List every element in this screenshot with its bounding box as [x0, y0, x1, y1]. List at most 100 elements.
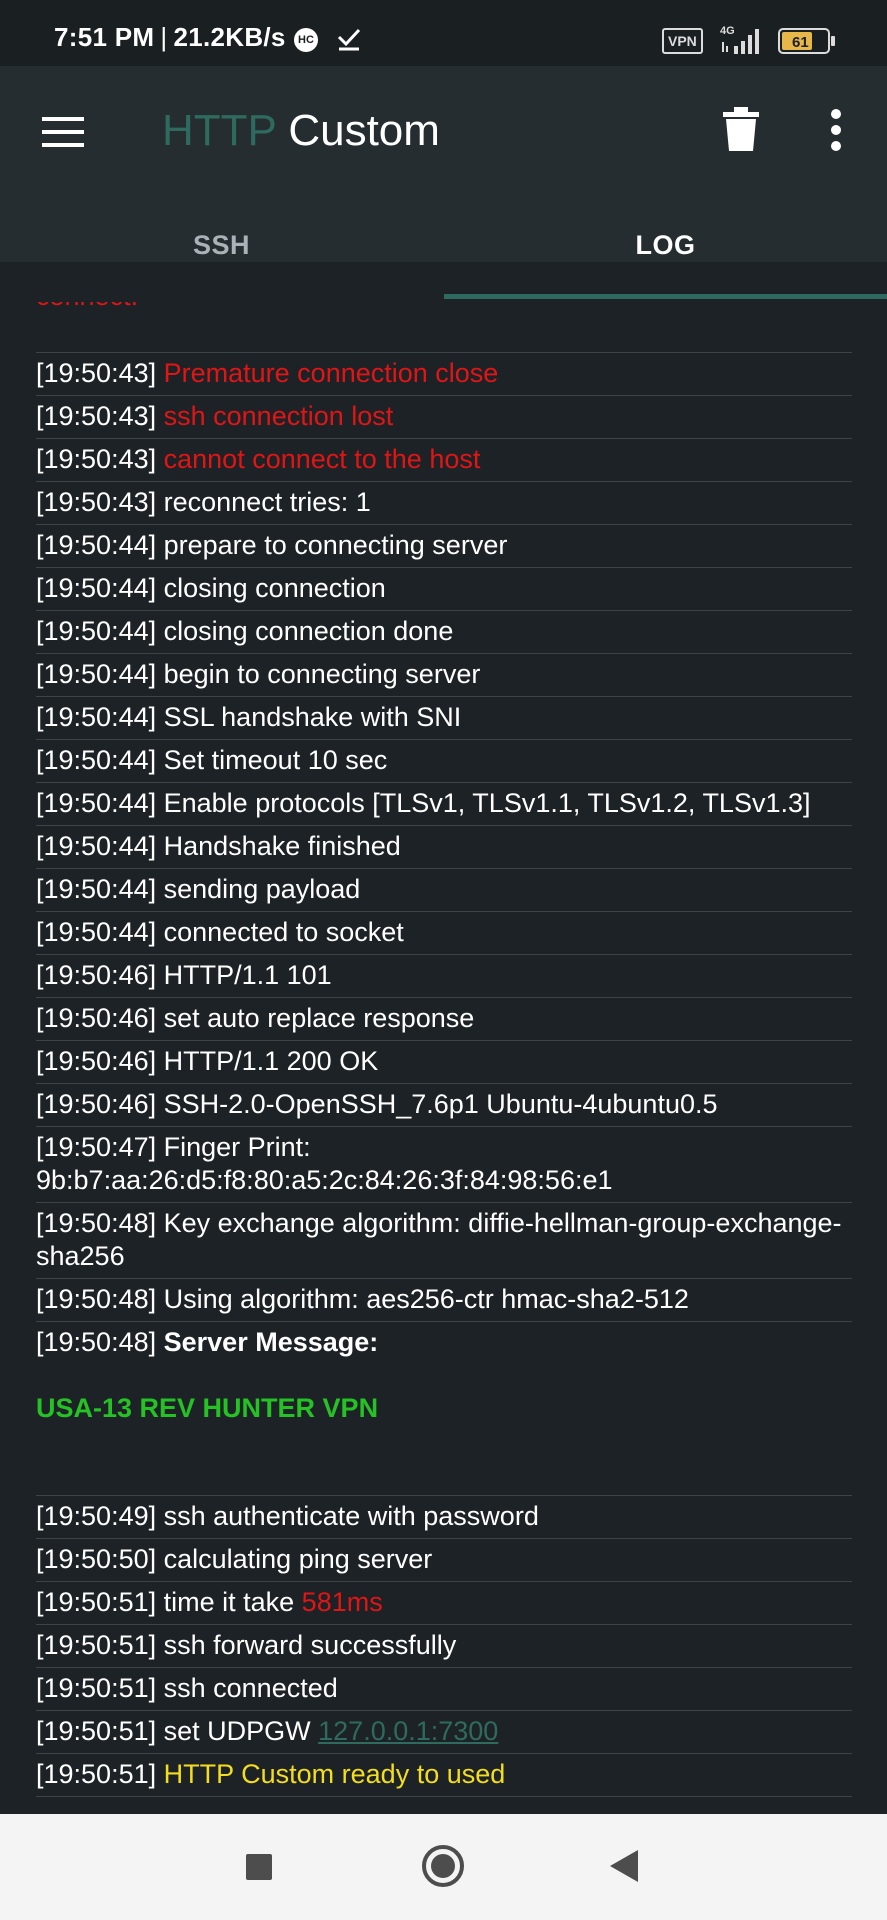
log-link[interactable]: 127.0.0.1:7300 — [318, 1716, 498, 1746]
app-title: HTTP Custom — [162, 106, 440, 156]
log-timestamp: [19:50:44] — [36, 616, 157, 646]
clock: 7:51 PM — [54, 22, 155, 52]
log-row: [19:50:43] reconnect tries: 1 — [36, 482, 852, 525]
log-message: Set timeout 10 sec — [163, 745, 388, 775]
status-bar: 7:51 PM | 21.2KB/s HC VPN 4G 61 — [0, 0, 887, 66]
log-timestamp: [19:50:43] — [36, 401, 157, 431]
log-row: [19:50:44] Handshake finished — [36, 826, 852, 869]
log-row: [19:50:51] ssh forward successfully — [36, 1625, 852, 1668]
log-timestamp: [19:50:44] — [36, 745, 157, 775]
log-timestamp: [19:50:44] — [36, 874, 157, 904]
log-row: [19:50:51] HTTP Custom ready to used — [36, 1754, 852, 1797]
log-timestamp: [19:50:44] — [36, 831, 157, 861]
log-message: reconnect tries: 1 — [163, 487, 371, 517]
log-timestamp: [19:50:44] — [36, 659, 157, 689]
log-timestamp: [19:50:44] — [36, 702, 157, 732]
log-timestamp: [19:50:46] — [36, 1089, 157, 1119]
home-icon[interactable] — [421, 1844, 465, 1888]
log-timestamp: [19:50:43] — [36, 444, 157, 474]
log-message: prepare to connecting server — [163, 530, 508, 560]
log-row: [19:50:44] connected to socket — [36, 912, 852, 955]
log-row: [19:50:46] HTTP/1.1 200 OK — [36, 1041, 852, 1084]
log-timestamp: [19:50:46] — [36, 1046, 157, 1076]
log-row: [19:50:46] set auto replace response — [36, 998, 852, 1041]
log-timestamp: [19:50:51] — [36, 1630, 157, 1660]
log-message: Enable protocols [TLSv1, TLSv1.1, TLSv1.… — [163, 788, 811, 818]
server-message-spacer — [36, 1425, 852, 1491]
log-message: cannot connect to the host — [163, 444, 481, 474]
hamburger-menu-icon[interactable] — [40, 114, 86, 150]
log-message: Server Message: — [163, 1327, 379, 1357]
log-view[interactable]: connect. [19:50:43] Premature connection… — [0, 302, 887, 1814]
log-row: [19:50:44] SSL handshake with SNI — [36, 697, 852, 740]
log-row: [19:50:44] closing connection — [36, 568, 852, 611]
tab-ssh[interactable]: SSH — [0, 230, 443, 261]
log-message: SSL handshake with SNI — [163, 702, 462, 732]
log-timestamp: [19:50:48] — [36, 1327, 157, 1357]
log-row: [19:50:43] cannot connect to the host — [36, 439, 852, 482]
log-row: [19:50:43] Premature connection close — [36, 353, 852, 396]
log-row: [19:50:44] Enable protocols [TLSv1, TLSv… — [36, 783, 852, 826]
log-row: [19:50:48] Key exchange algorithm: diffi… — [36, 1203, 852, 1279]
recent-apps-icon[interactable] — [246, 1854, 272, 1880]
log-value: 581ms — [301, 1587, 383, 1617]
log-row: [19:50:44] Set timeout 10 sec — [36, 740, 852, 783]
log-row: [19:50:49] ssh authenticate with passwor… — [36, 1496, 852, 1539]
log-timestamp: [19:50:49] — [36, 1501, 157, 1531]
log-timestamp: [19:50:51] — [36, 1587, 157, 1617]
back-icon[interactable] — [608, 1848, 640, 1884]
log-message: SSH-2.0-OpenSSH_7.6p1 Ubuntu-4ubuntu0.5 — [163, 1089, 718, 1119]
log-message: HTTP/1.1 101 — [163, 960, 332, 990]
more-vert-icon[interactable] — [826, 108, 846, 152]
log-message: connected to socket — [163, 917, 404, 947]
app-title-http: HTTP — [162, 106, 277, 155]
trash-icon[interactable] — [722, 106, 760, 152]
log-list: connect. [19:50:43] Premature connection… — [36, 302, 852, 1797]
log-timestamp: [19:50:44] — [36, 573, 157, 603]
log-message: begin to connecting server — [163, 659, 481, 689]
log-message: sending payload — [163, 874, 361, 904]
log-timestamp: [19:50:47] — [36, 1132, 157, 1162]
log-timestamp: [19:50:46] — [36, 1003, 157, 1033]
log-timestamp: [19:50:44] — [36, 530, 157, 560]
log-message: time it take — [163, 1587, 302, 1617]
log-row: [19:50:46] SSH-2.0-OpenSSH_7.6p1 Ubuntu-… — [36, 1084, 852, 1127]
server-banner: USA-13 REV HUNTER VPN — [36, 1393, 379, 1423]
log-timestamp: [19:50:48] — [36, 1208, 157, 1238]
log-message: set UDPGW — [163, 1716, 319, 1746]
log-timestamp: [19:50:51] — [36, 1759, 157, 1789]
log-partial-text: connect. — [36, 302, 138, 313]
tab-log[interactable]: LOG — [444, 230, 887, 261]
log-message: Key exchange algorithm: diffie-hellman-g… — [36, 1208, 842, 1271]
log-timestamp: [19:50:51] — [36, 1673, 157, 1703]
log-row: [19:50:44] closing connection done — [36, 611, 852, 654]
network-type: 4G — [720, 25, 735, 37]
log-message: ssh authenticate with password — [163, 1501, 539, 1531]
log-row: [19:50:46] HTTP/1.1 101 — [36, 955, 852, 998]
log-timestamp: [19:50:44] — [36, 788, 157, 818]
log-message: calculating ping server — [163, 1544, 433, 1574]
log-message: ssh connection lost — [163, 401, 394, 431]
log-row: [19:50:50] calculating ping server — [36, 1539, 852, 1582]
log-row: [19:50:51] time it take 581ms — [36, 1582, 852, 1625]
app-bar: HTTP Custom SSH LOG — [0, 66, 887, 299]
log-timestamp: [19:50:48] — [36, 1284, 157, 1314]
log-message: Using algorithm: aes256-ctr hmac-sha2-51… — [163, 1284, 689, 1314]
hc-notification-icon: HC — [294, 28, 318, 52]
log-row: [19:50:44] begin to connecting server — [36, 654, 852, 697]
log-timestamp: [19:50:43] — [36, 358, 157, 388]
log-row: [19:50:51] set UDPGW 127.0.0.1:7300 — [36, 1711, 852, 1754]
log-row: [19:50:44] prepare to connecting server — [36, 525, 852, 568]
log-row-partial: connect. — [36, 302, 852, 353]
log-message: Premature connection close — [163, 358, 499, 388]
status-time-group: 7:51 PM | 21.2KB/s — [54, 22, 286, 53]
log-message: Handshake finished — [163, 831, 401, 861]
app-screen: 7:51 PM | 21.2KB/s HC VPN 4G 61 HTTP Cus… — [0, 0, 887, 1920]
log-message: set auto replace response — [163, 1003, 475, 1033]
tab-indicator — [444, 294, 887, 299]
log-message: HTTP Custom ready to used — [163, 1759, 506, 1789]
log-message: HTTP/1.1 200 OK — [163, 1046, 379, 1076]
log-row: [19:50:43] ssh connection lost — [36, 396, 852, 439]
log-row: [19:50:48] Server Message: USA-13 REV HUN… — [36, 1322, 852, 1496]
network-speed: 21.2KB/s — [173, 22, 286, 52]
